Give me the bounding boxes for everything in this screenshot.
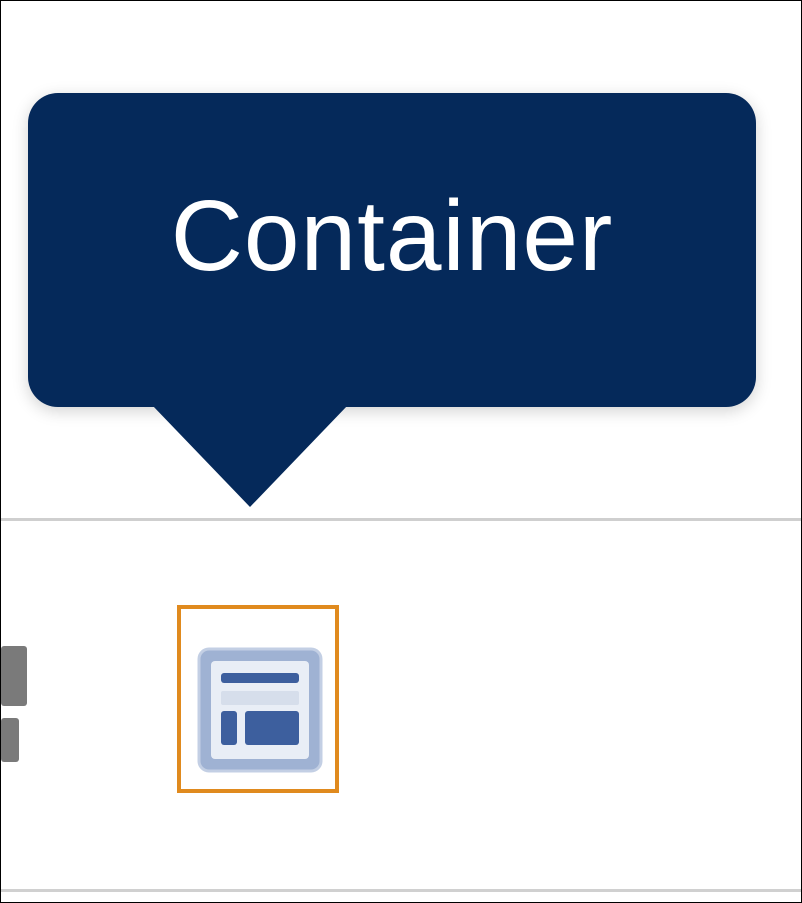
container-button[interactable] [177, 605, 339, 793]
toolbar-bottom-divider [1, 889, 801, 892]
tooltip-arrow [152, 405, 348, 507]
container-icon [197, 647, 323, 773]
tooltip-label: Container [170, 179, 614, 292]
canvas: Container [0, 0, 802, 903]
partial-toolbar-icon[interactable] [1, 646, 29, 766]
toolbar-top-divider [1, 518, 801, 521]
tooltip: Container [28, 93, 756, 407]
